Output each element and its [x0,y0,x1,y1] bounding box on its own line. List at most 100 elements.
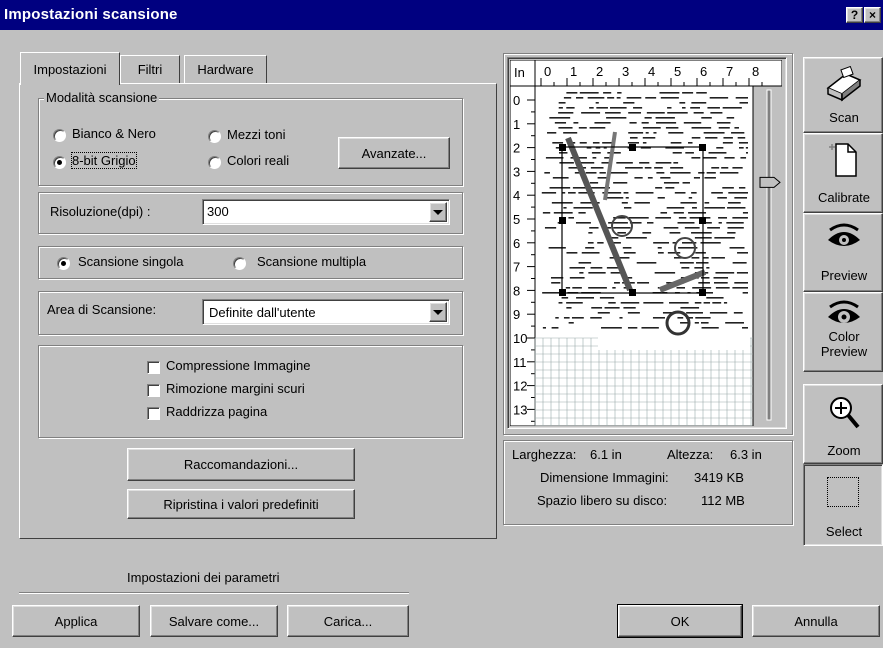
radio-label: Bianco & Nero [72,126,156,141]
radio-single-scan[interactable] [57,257,70,270]
zoom-label: Zoom [827,443,861,458]
ruler-tick-label: 10 [513,331,527,346]
color-eye-icon [828,300,860,323]
height-value: 6.3 in [730,447,762,462]
tab-hardware[interactable]: Hardware [184,55,267,83]
advanced-button[interactable]: Avanzate... [338,137,450,169]
ruler-tick-label: 9 [513,307,520,322]
select-icon [827,477,859,507]
preview-canvas[interactable]: 012345678 In 012345678910111213 [510,60,782,426]
chevron-down-icon [433,309,443,315]
ruler-tick-label: 7 [513,260,520,275]
image-size-label: Dimensione Immagini: [540,470,669,485]
ruler-tick-label: 6 [700,64,707,79]
radio-label: Colori reali [227,153,290,168]
separator [19,592,409,594]
ruler-tick-label: 4 [513,188,520,203]
ruler-tick-label: 8 [513,283,520,298]
magnifier-icon [830,397,860,429]
calibrate-button[interactable]: Calibrate [803,133,883,213]
ruler-tick-label: 0 [544,64,551,79]
apply-button[interactable]: Applica [12,605,140,637]
scan-area-label: Area di Scansione: [47,302,157,317]
checkbox-rimozione-margini[interactable] [147,384,160,397]
scan-area-value: Definite dall'utente [209,305,316,320]
scan-area-combobox[interactable]: Definite dall'utente [202,299,450,325]
radio-bianco-nero[interactable] [53,129,66,142]
checkbox-raddrizza[interactable] [147,407,160,420]
tab-filtri[interactable]: Filtri [120,55,180,83]
close-button[interactable]: × [864,7,881,23]
resolution-combobox[interactable]: 300 [202,199,450,225]
window-title: Impostazioni scansione [4,6,178,23]
ruler-tick-label: 2 [513,141,520,156]
color-preview-label: Color Preview [820,329,868,359]
radio-label: Scansione multipla [257,254,367,269]
ruler-tick-label: 1 [513,117,520,132]
chevron-down-icon [433,209,443,215]
radio-label: Mezzi toni [227,127,286,142]
radio-colori-reali[interactable] [208,156,221,169]
ruler-tick-label: 4 [648,64,655,79]
select-label: Select [825,524,863,539]
help-button[interactable]: ? [846,7,863,23]
tab-label: Filtri [137,62,163,77]
radio-8bit-grigio[interactable] [53,156,66,169]
cancel-button[interactable]: Annulla [752,605,880,637]
checkbox-compressione[interactable] [147,361,160,374]
ruler-tick-label: 5 [513,212,520,227]
scan-button[interactable]: Scan [803,57,883,133]
recommendations-button[interactable]: Raccomandazioni... [127,448,355,481]
calibrate-icon [829,143,857,177]
resolution-dropdown-button[interactable] [429,202,447,222]
settings-panel: Modalità scansione Bianco & Nero Mezzi t… [19,83,497,539]
checkbox-label: Rimozione margini scuri [166,381,305,396]
preview-button[interactable]: Preview [803,213,883,292]
save-as-button[interactable]: Salvare come... [150,605,278,637]
resolution-value: 300 [207,204,229,219]
image-size-value: 3419 KB [694,470,744,485]
ok-button[interactable]: OK [617,604,743,638]
eye-icon [828,223,860,246]
restore-defaults-button[interactable]: Ripristina i valori predefiniti [127,489,355,519]
width-value: 6.1 in [590,447,622,462]
scanned-page-image [536,87,751,350]
height-label: Altezza: [667,447,714,462]
ruler-tick-label: 5 [674,64,681,79]
tab-label: Hardware [197,62,254,77]
ruler-tick-label: 1 [570,64,577,79]
ruler-tick-label: 2 [596,64,603,79]
ruler-tick-label: 8 [752,64,759,79]
resolution-label: Risoluzione(dpi) : [50,204,151,219]
ruler-tick-label: 13 [513,402,527,417]
tab-impostazioni[interactable]: Impostazioni [20,52,120,85]
scanner-icon [826,66,862,102]
ruler-tick-label: 11 [513,355,527,370]
ruler-tick-label: 0 [513,93,520,108]
zoom-button[interactable]: Zoom [803,384,883,464]
preview-label: Preview [820,268,868,283]
load-button[interactable]: Carica... [287,605,409,637]
ruler-unit: In [514,65,525,80]
checkbox-label: Compressione Immagine [166,358,311,373]
checkbox-label: Raddrizza pagina [166,404,268,419]
color-preview-button[interactable]: Color Preview [803,292,883,372]
radio-multiple-scan[interactable] [233,257,246,270]
width-label: Larghezza: [512,447,577,462]
calibrate-label: Calibrate [817,190,871,205]
free-space-label: Spazio libero su disco: [537,493,668,508]
brightness-slider-thumb[interactable] [759,176,781,188]
ruler-tick-label: 3 [513,164,520,179]
scan-label: Scan [829,110,859,125]
title-bar: Impostazioni scansione ? × [0,0,883,30]
select-button[interactable]: Select [803,464,883,546]
ruler-tick-label: 6 [513,236,520,251]
radio-mezzi-toni[interactable] [208,130,221,143]
brightness-slider-track[interactable] [766,89,772,421]
radio-label: Scansione singola [78,254,184,269]
scan-area-dropdown-button[interactable] [429,302,447,322]
parameters-label: Impostazioni dei parametri [127,570,280,585]
ruler-tick-label: 12 [513,379,527,394]
scan-mode-label: Modalità scansione [44,90,160,105]
ruler-tick-label: 7 [726,64,733,79]
